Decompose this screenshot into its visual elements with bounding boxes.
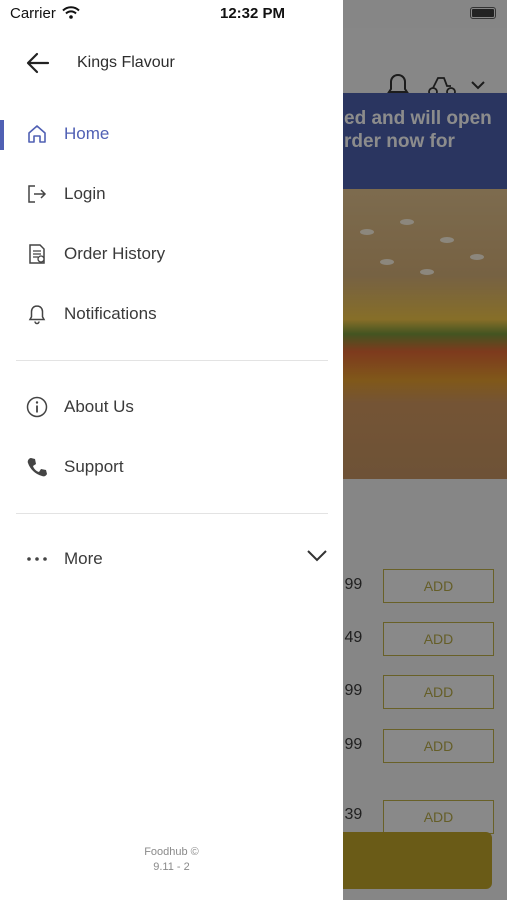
menu-item-about-us[interactable]: About Us <box>0 385 343 429</box>
footer-brand: Foodhub © <box>144 846 199 858</box>
menu-item-label: Support <box>64 457 124 476</box>
menu-item-label: Order History <box>64 244 166 263</box>
menu-item-support[interactable]: Support <box>0 445 343 489</box>
order-history-icon <box>26 243 48 265</box>
more-dots-icon <box>26 548 48 570</box>
menu-item-label: About Us <box>64 397 134 416</box>
wifi-icon <box>62 6 80 24</box>
menu-item-login[interactable]: Login <box>0 172 343 216</box>
bell-icon <box>26 303 48 325</box>
login-icon <box>26 183 48 205</box>
menu-item-label: More <box>64 549 103 568</box>
menu-item-label: Login <box>64 184 106 203</box>
battery-icon <box>470 7 496 19</box>
carrier-label: Carrier <box>10 5 56 22</box>
menu-item-label: Home <box>64 124 110 143</box>
back-arrow-icon[interactable] <box>26 52 50 79</box>
menu-divider <box>16 360 328 361</box>
menu-divider <box>16 513 328 514</box>
store-name: Kings Flavour <box>77 54 175 71</box>
info-icon <box>26 396 48 418</box>
phone-icon <box>26 456 48 478</box>
menu-item-more[interactable]: More <box>0 537 343 581</box>
status-bar: Carrier 12:32 PM <box>0 0 507 28</box>
menu-item-home[interactable]: Home <box>0 112 343 156</box>
menu-item-label: Notifications <box>64 304 157 323</box>
navigation-drawer: Kings Flavour Home Login Order History N… <box>0 0 343 900</box>
home-icon <box>26 123 48 145</box>
chevron-down-icon[interactable] <box>306 548 328 567</box>
menu-item-notifications[interactable]: Notifications <box>0 292 343 336</box>
clock: 12:32 PM <box>220 5 286 22</box>
footer-version: 9.11 - 2 <box>153 861 190 873</box>
menu-item-order-history[interactable]: Order History <box>0 232 343 276</box>
